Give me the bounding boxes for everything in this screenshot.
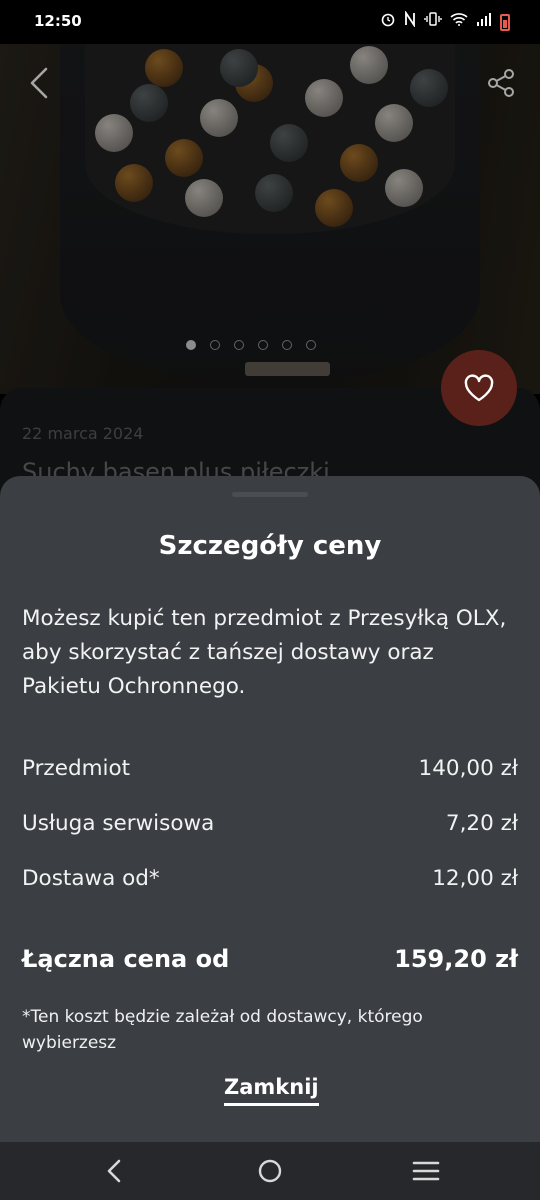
nfc-icon [404,10,416,34]
signal-icon [476,12,492,33]
nav-home-icon[interactable] [257,1158,283,1184]
price-breakdown: Przedmiot 140,00 zł Usługa serwisowa 7,2… [22,756,518,921]
price-details-sheet: Szczegóły ceny Możesz kupić ten przedmio… [0,476,540,1142]
close-button[interactable]: Zamknij [224,1070,319,1106]
price-row-value: 7,20 zł [445,811,518,836]
vibrate-icon [424,11,442,34]
price-row-service: Usługa serwisowa 7,20 zł [22,811,518,866]
status-time: 12:50 [34,12,82,30]
price-row-item: Przedmiot 140,00 zł [22,756,518,811]
favorite-button[interactable] [441,350,517,426]
price-row-label: Przedmiot [22,756,131,781]
price-row-label: Dostawa od* [22,866,160,891]
total-value: 159,20 zł [394,945,518,973]
sheet-description: Możesz kupić ten przedmiot z Przesyłką O… [22,606,507,699]
sheet-title: Szczegóły ceny [158,531,382,561]
price-total: Łączna cena od 159,20 zł [22,945,518,973]
price-row-value: 12,00 zł [432,866,518,891]
heart-icon [464,374,494,402]
wifi-icon [450,12,468,33]
nav-back-icon[interactable] [102,1158,128,1184]
status-icons [380,10,510,34]
nav-recents-icon[interactable] [412,1160,440,1182]
price-row-label: Usługa serwisowa [22,811,215,836]
total-label: Łączna cena od [22,945,230,973]
battery-icon [500,14,510,31]
footnote: *Ten koszt będzie zależał od dostawcy, k… [22,1007,423,1053]
sheet-handle[interactable] [232,492,308,497]
system-nav-bar [0,1142,540,1200]
status-bar: 12:50 [0,0,540,44]
price-row-value: 140,00 zł [418,756,518,781]
price-row-delivery: Dostawa od* 12,00 zł [22,866,518,921]
alarm-icon [380,11,396,34]
